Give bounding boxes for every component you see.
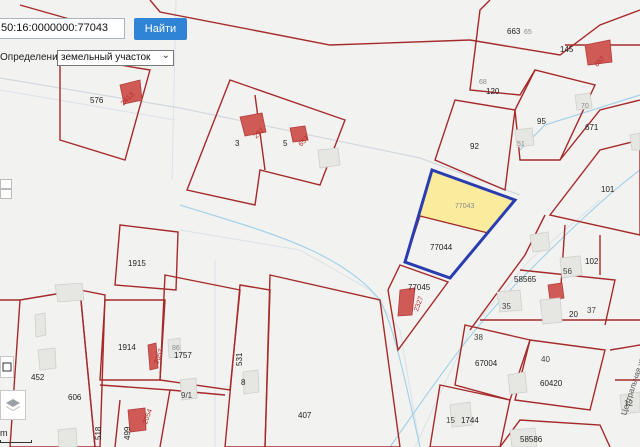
search-input[interactable]: 50:16:0000000:77043 bbox=[0, 18, 125, 39]
parcel-border bbox=[149, 0, 471, 46]
parcel-label: 8 bbox=[241, 378, 246, 387]
building bbox=[37, 347, 57, 371]
selected-parcel-fill[interactable] bbox=[420, 170, 515, 233]
parcel-label: 92 bbox=[470, 142, 479, 151]
parcel-label: 40 bbox=[541, 355, 550, 364]
parcel-label: 3 bbox=[235, 139, 240, 148]
parcel-label: 102 bbox=[585, 257, 599, 266]
parcel-label: 86 bbox=[172, 345, 180, 352]
parcel-border bbox=[469, 9, 640, 56]
find-button[interactable]: Найти bbox=[134, 18, 187, 40]
parcel-label: 38 bbox=[474, 333, 483, 342]
parcel-label: 20 bbox=[569, 310, 578, 319]
parcel-label: 1744 bbox=[461, 416, 479, 425]
parcel-label: 65 bbox=[524, 29, 532, 36]
parcel-label: 95 bbox=[537, 117, 546, 126]
parcel-label: 531 bbox=[235, 352, 244, 366]
building bbox=[54, 282, 85, 303]
parcel-label: 70 bbox=[581, 103, 589, 110]
parcel-label: 518 bbox=[94, 426, 103, 440]
parcel-label: 671 bbox=[585, 123, 599, 132]
parcel-label: 145 bbox=[560, 45, 574, 54]
parcel-label: 1914 bbox=[118, 343, 136, 352]
parcel-407[interactable] bbox=[264, 274, 401, 447]
parcel-101[interactable] bbox=[548, 139, 640, 236]
parcel-label: 58565 bbox=[514, 275, 537, 284]
map-control-stub[interactable] bbox=[0, 189, 12, 199]
parcel-label: 51 bbox=[517, 141, 525, 148]
parcel-label: 15 bbox=[446, 416, 455, 425]
road-line bbox=[0, 89, 176, 121]
parcel-label: 606 bbox=[68, 393, 82, 402]
parcel-label: 67004 bbox=[475, 359, 498, 368]
parcel-3[interactable] bbox=[186, 79, 346, 206]
building-label: 2327 bbox=[413, 295, 425, 312]
parcel-label: 56 bbox=[563, 267, 572, 276]
parcel-border bbox=[469, 214, 546, 331]
building bbox=[397, 287, 416, 317]
parcel-label: 58586 bbox=[520, 435, 543, 444]
parcel-label: 120 bbox=[486, 87, 500, 96]
building bbox=[34, 312, 47, 338]
building bbox=[57, 427, 78, 447]
building bbox=[629, 132, 640, 151]
building bbox=[529, 231, 551, 253]
parcel-label: 452 bbox=[31, 373, 45, 382]
parcel-label: 663 bbox=[507, 27, 521, 36]
parcel-60420[interactable] bbox=[514, 339, 606, 411]
parcel-label: 499 bbox=[123, 426, 132, 440]
cadastral-map[interactable]: 663 65 145 68 120 92 95 51 70 671 101 57… bbox=[0, 0, 640, 447]
parcel-label: 407 bbox=[298, 411, 312, 420]
parcel-label: 77045 bbox=[408, 283, 431, 292]
parcel-label: 77044 bbox=[430, 243, 453, 252]
parcel-border bbox=[169, 389, 226, 396]
parcel-1915[interactable] bbox=[114, 224, 179, 291]
parcel-label-selected: 77043 bbox=[455, 203, 475, 210]
parcel-label: 68 bbox=[479, 79, 487, 86]
parcel-label: 35 bbox=[502, 302, 511, 311]
parcel-border bbox=[114, 399, 121, 447]
parcel-label: 9/1 bbox=[181, 391, 193, 400]
layers-icon[interactable] bbox=[0, 390, 26, 420]
map-control-stub[interactable] bbox=[0, 179, 12, 189]
definition-select[interactable]: земельный участок ⌄ bbox=[57, 50, 174, 66]
building bbox=[547, 282, 565, 301]
parcel-label: 1915 bbox=[128, 259, 146, 268]
definition-selected-value: земельный участок bbox=[61, 52, 151, 63]
parcel-label: 576 bbox=[90, 96, 104, 105]
building bbox=[317, 147, 341, 169]
parcel-label: 1757 bbox=[174, 351, 192, 360]
building bbox=[507, 371, 528, 395]
parcel-label: 60420 bbox=[540, 379, 563, 388]
chevron-down-icon: ⌄ bbox=[161, 50, 170, 61]
scale-bar bbox=[0, 440, 32, 443]
parcel-label: 37 bbox=[587, 306, 596, 315]
parcel-1757[interactable] bbox=[159, 274, 241, 391]
parcel-border bbox=[609, 344, 640, 351]
scale-label: m bbox=[0, 428, 8, 438]
building bbox=[539, 297, 563, 325]
parcel-label: 5 bbox=[283, 139, 288, 148]
print-icon[interactable] bbox=[0, 356, 14, 378]
parcel-label: 101 bbox=[601, 185, 615, 194]
